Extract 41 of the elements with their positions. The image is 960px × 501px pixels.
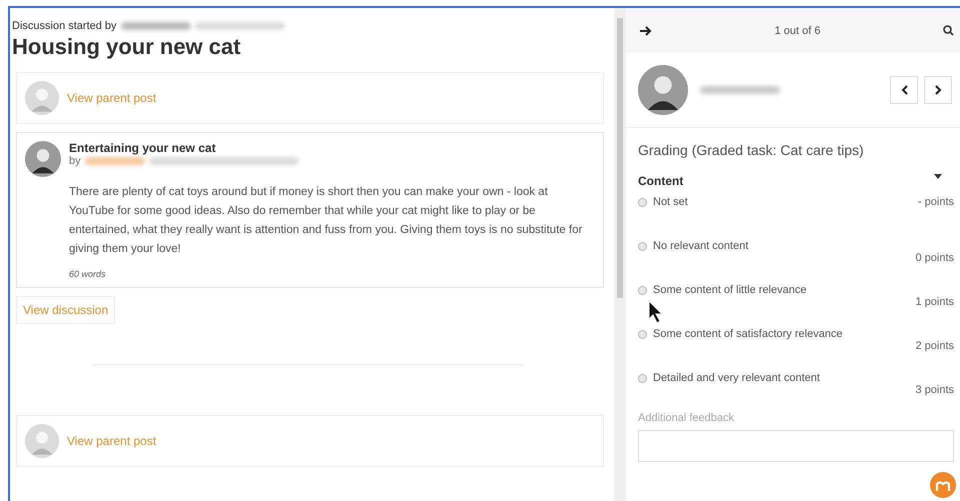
chevron-left-icon: [900, 85, 908, 95]
avatar-silhouette: [25, 424, 59, 458]
radio-button[interactable]: [638, 198, 647, 206]
option-points: - points: [918, 196, 954, 208]
option-label[interactable]: Some content of little relevance: [653, 284, 806, 296]
feedback-label: Additional feedback: [637, 412, 736, 424]
avatar-silhouette: [638, 65, 688, 115]
post-body: There are plenty of cat toys around but if money is short then you can make your own - look at YouTube for some good ideas. Also do remember that while your cat might like to play or be entertained, what they really want is attention and fuss from you. Giving them toys is no substitute for giving them your love!: [69, 185, 584, 257]
post-byline: by: [69, 155, 81, 167]
option-points: 2 points: [915, 340, 954, 352]
discussion-title: Housing your new cat: [12, 34, 242, 60]
mouse-pointer-icon: [648, 300, 664, 324]
option-points: 0 points: [915, 252, 954, 264]
arrow-right-icon[interactable]: [640, 26, 652, 36]
blurred-author: [84, 157, 145, 165]
radio-button[interactable]: [638, 330, 647, 338]
feedback-field[interactable]: [638, 430, 954, 462]
user-counter: 1 out of 6: [774, 24, 820, 36]
grading-heading: Grading (Graded task: Cat care tips): [637, 141, 865, 160]
blurred-author: [120, 22, 191, 30]
logo-badge-icon: [930, 472, 956, 498]
previous-user-button[interactable]: [890, 76, 918, 104]
radio-button[interactable]: [638, 286, 647, 294]
radio-button[interactable]: [638, 242, 647, 250]
caret-down-icon[interactable]: [934, 174, 942, 179]
radio-button[interactable]: [638, 374, 647, 382]
discussion-starter: Discussion started by: [12, 20, 117, 32]
avatar-silhouette: [25, 81, 59, 115]
option-points: 3 points: [915, 384, 954, 396]
post-subject: Entertaining your new cat: [69, 141, 217, 155]
option-label[interactable]: Some content of satisfactory relevance: [653, 328, 843, 340]
option-points: 1 points: [915, 296, 954, 308]
chevron-right-icon: [934, 85, 942, 95]
option-label[interactable]: Detailed and very relevant content: [653, 372, 820, 384]
option-label[interactable]: No relevant content: [653, 240, 748, 252]
word-count: 60 words: [69, 269, 107, 279]
option-label[interactable]: Not set: [653, 196, 688, 208]
next-user-button[interactable]: [924, 76, 952, 104]
avatar-silhouette: [25, 141, 61, 177]
search-icon[interactable]: [943, 25, 954, 36]
criterion-title: Content: [638, 174, 684, 188]
